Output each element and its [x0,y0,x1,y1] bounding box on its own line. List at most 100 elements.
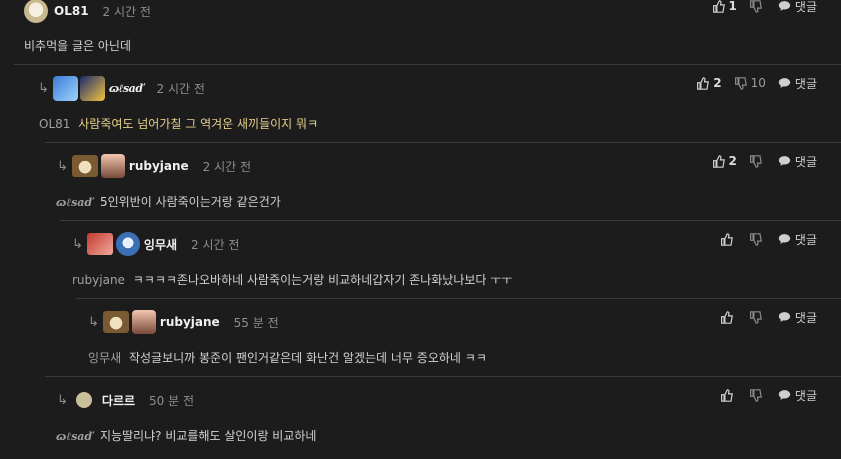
comment-item: ↳ 다르르 50 분 전 댓글 ɷℓsaď 지능딸리냐? 비교를해도 살인이랑 … [45,376,841,455]
comment-time: 2 시간 전 [156,81,205,96]
comment-author[interactable]: OL81 [54,4,89,18]
reply-label: 댓글 [794,154,817,169]
comment-time: 2 시간 전 [191,237,240,252]
reply-button[interactable]: 댓글 [778,309,817,326]
reply-arrow-icon: ↳ [57,158,68,174]
comment-author[interactable]: ɷℓsaď [109,82,143,95]
reply-button[interactable]: 댓글 [778,0,817,15]
downvote-button[interactable] [749,310,766,324]
thumbs-down-icon [749,388,762,402]
speech-bubble-icon [778,390,791,400]
upvote-count: 2 [728,154,737,168]
comment-item: OL81 2 시간 전 1 댓글 비추먹을 글은 아닌데 [0,0,841,64]
reply-arrow-icon: ↳ [38,80,49,96]
thumbs-up-icon [712,0,725,13]
avatar[interactable] [52,75,78,101]
mention[interactable]: rubyjane [72,273,125,287]
thumbs-down-icon [734,76,747,90]
mention[interactable]: OL81 [39,117,70,131]
comment-text: OL81 사람죽여도 넘어가칠 그 역겨운 새끼들이지 뭐ㅋ [39,115,318,132]
thumbs-down-icon [749,232,762,246]
reply-arrow-icon: ↳ [72,236,83,252]
thumbs-up-icon [697,76,710,90]
speech-bubble-icon [778,234,791,244]
avatar[interactable] [75,392,92,408]
comment-author[interactable]: rubyjane [160,315,220,329]
comment-author[interactable]: 잉무새 [144,236,177,253]
comment-text: rubyjane ㅋㅋㅋㅋ존나오바하네 사람죽이는거랑 비교하네갑자기 존나화났… [72,271,512,288]
comment-time: 2 시간 전 [102,4,151,19]
mention[interactable]: ɷℓsaď [56,430,92,443]
downvote-button[interactable]: 10 [734,76,766,90]
comment-text: 잉무새 작성글보니까 봉준이 팬인거같은데 화난건 알겠는데 너무 증오하네 ㅋ… [88,349,487,366]
upvote-count: 1 [728,0,737,13]
reply-button[interactable]: 댓글 [778,75,817,92]
thumbs-up-icon [720,388,733,402]
upvote-button[interactable]: 2 [696,76,722,90]
comment-actions: 댓글 [708,228,817,250]
upvote-button[interactable] [720,232,737,246]
downvote-button[interactable] [749,154,766,168]
comment-text: 비추먹을 글은 아닌데 [24,37,131,54]
reply-button[interactable]: 댓글 [778,153,817,170]
avatar[interactable] [100,154,125,178]
reply-label: 댓글 [794,388,817,403]
comment-actions: 댓글 [708,306,817,328]
reply-label: 댓글 [794,76,817,91]
reply-button[interactable]: 댓글 [778,387,817,404]
reply-label: 댓글 [794,310,817,325]
mention[interactable]: ɷℓsaď [56,196,92,209]
thumbs-down-icon [749,0,762,13]
upvote-button[interactable] [720,310,737,324]
mention[interactable]: 잉무새 [88,351,121,365]
speech-bubble-icon [778,1,791,11]
reply-label: 댓글 [794,0,817,14]
comment-actions: 2 댓글 [700,150,817,172]
comment-body: 작성글보니까 봉준이 팬인거같은데 화난건 알겠는데 너무 증오하네 ㅋㅋ [128,351,487,365]
comment-author[interactable]: rubyjane [129,159,189,173]
reply-button[interactable]: 댓글 [778,231,817,248]
comment-item: ↳ 잉무새 2 시간 전 댓글 rubyjane ㅋㅋㅋㅋ존나오바하네 사람죽이… [60,220,841,299]
comment-text: ɷℓsaď 5인위반이 사람죽이는거랑 같은건가 [56,193,281,210]
thumbs-down-icon [749,154,762,168]
comment-text: ɷℓsaď 지능딸리냐? 비교를해도 살인이랑 비교하네 [56,427,316,444]
comment-item: ↳ rubyjane 2 시간 전 2 댓글 ɷℓsaď 5인위반이 사람죽이는… [45,142,841,221]
level-icon [102,311,129,333]
upvote-button[interactable] [720,388,737,402]
thumbs-up-icon [720,310,733,324]
upvote-count: 2 [713,76,722,90]
reply-label: 댓글 [794,232,817,247]
comment-time: 2 시간 전 [202,159,252,174]
comment-time: 55 분 전 [233,315,279,330]
comment-actions: 1 댓글 [700,0,817,17]
comment-body: 5인위반이 사람죽이는거랑 같은건가 [99,195,281,209]
upvote-button[interactable]: 2 [712,154,737,168]
level-icon [79,75,105,101]
comment-body: 사람죽여도 넘어가칠 그 역겨운 새끼들이지 뭐ㅋ [78,117,319,131]
comment-body: 지능딸리냐? 비교를해도 살인이랑 비교하네 [99,429,317,443]
level-icon [86,233,113,255]
comment-item: ↳ rubyjane 55 분 전 댓글 잉무새 작성글보니까 봉준이 팬인거같… [76,298,841,377]
reply-arrow-icon: ↳ [57,392,68,408]
thumbs-up-icon [712,154,725,168]
comment-item: ↳ ɷℓsaď 2 시간 전 2 10 댓글 OL81 사람죽여도 넘어가칠 그… [14,64,841,143]
speech-bubble-icon [778,312,791,322]
avatar[interactable] [115,232,140,256]
downvote-count: 10 [750,76,766,90]
comment-time: 50 분 전 [149,393,195,408]
comment-actions: 댓글 [708,384,817,406]
thumbs-down-icon [749,310,762,324]
comment-author[interactable]: 다르르 [102,392,135,409]
speech-bubble-icon [778,78,791,88]
comment-actions: 2 10 댓글 [684,72,817,94]
speech-bubble-icon [778,156,791,166]
comment-body: 비추먹을 글은 아닌데 [24,39,131,53]
downvote-button[interactable] [749,232,766,246]
downvote-button[interactable] [749,388,766,402]
comment-body: ㅋㅋㅋㅋ존나오바하네 사람죽이는거랑 비교하네갑자기 존나화났나보다 ㅜㅜ [132,273,513,287]
upvote-button[interactable]: 1 [712,0,737,13]
avatar[interactable] [131,310,156,334]
avatar[interactable] [24,0,48,23]
thumbs-up-icon [720,232,733,246]
downvote-button[interactable] [749,0,766,13]
